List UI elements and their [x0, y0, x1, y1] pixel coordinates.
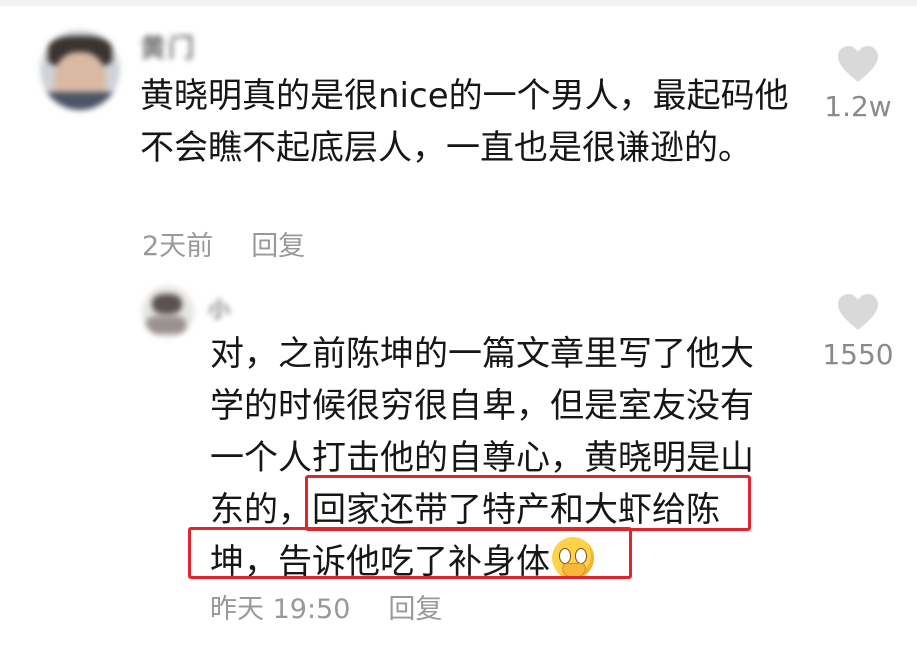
commenter-username[interactable]: 黄门: [140, 28, 196, 65]
reply-avatar[interactable]: [142, 286, 194, 338]
heart-icon[interactable]: [836, 292, 880, 332]
reply-time: 昨天 19:50: [210, 594, 351, 625]
reply-reply-button[interactable]: 回复: [388, 594, 442, 625]
comment-time: 2天前: [142, 231, 214, 262]
heart-icon[interactable]: [836, 44, 880, 84]
reply-meta: 昨天 19:50 回复: [210, 587, 442, 626]
commenter-avatar[interactable]: [40, 30, 120, 110]
comment-meta: 2天前 回复: [142, 224, 305, 263]
comment-text: 黄晓明真的是很nice的一个男人，最起码他不会瞧不起底层人，一直也是很谦逊的。: [140, 76, 789, 168]
comment-like-count: 1.2w: [824, 90, 892, 123]
reply-text: 对，之前陈坤的一篇文章里写了他大学的时候很穷很自卑，但是室友没有一个人打击他的自…: [210, 328, 770, 588]
reply-username[interactable]: 小: [208, 292, 232, 324]
top-divider: [0, 0, 917, 6]
reply-like-count: 1550: [822, 338, 894, 371]
comment-reply-button[interactable]: 回复: [251, 231, 305, 262]
comment-like-group[interactable]: 1.2w: [818, 44, 898, 123]
pleading-face-emoji: [552, 537, 594, 579]
reply-like-group[interactable]: 1550: [814, 292, 902, 371]
